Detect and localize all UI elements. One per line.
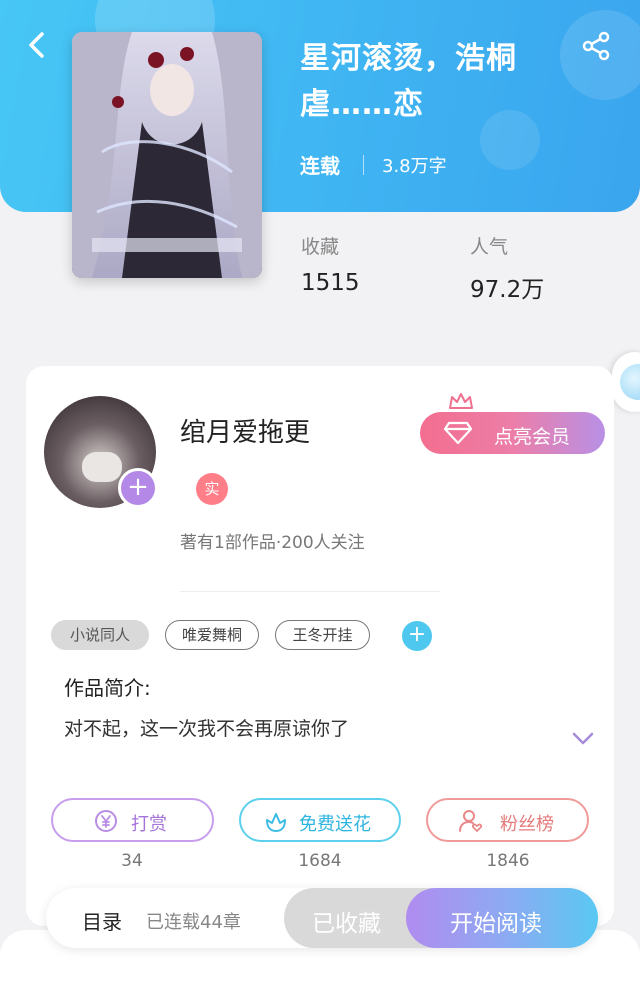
favorites-count: 1515 bbox=[301, 270, 360, 296]
activate-vip-button[interactable]: 点亮会员 bbox=[420, 412, 605, 454]
flower-icon bbox=[266, 813, 286, 832]
crown-icon bbox=[448, 392, 474, 412]
collected-label: 已收藏 bbox=[312, 911, 381, 937]
book-title: 星河滚烫，浩桐虐……恋 bbox=[300, 41, 517, 122]
divider bbox=[363, 155, 364, 175]
synopsis-text: 对不起，这一次我不会再原谅你了 bbox=[64, 718, 350, 740]
author-name[interactable]: 绾月爱拖更 bbox=[180, 412, 310, 449]
table-of-contents-button[interactable]: 目录 bbox=[82, 906, 122, 935]
tag-wangdong-kaigua[interactable]: 王冬开挂 bbox=[275, 620, 370, 650]
share-icon[interactable] bbox=[580, 30, 612, 62]
book-cover-image[interactable] bbox=[72, 32, 262, 278]
reward-count: 34 bbox=[121, 851, 143, 871]
fan-rank-icon bbox=[459, 810, 483, 832]
popularity-count: 97.2万 bbox=[470, 277, 545, 303]
chapter-count[interactable]: 已连载44章 bbox=[146, 908, 241, 934]
back-icon[interactable] bbox=[22, 30, 52, 60]
avatar-detail bbox=[82, 452, 122, 482]
start-reading-label: 开始阅读 bbox=[450, 911, 542, 937]
popularity-label: 人气 bbox=[470, 236, 509, 258]
start-reading-button[interactable]: 开始阅读 bbox=[406, 888, 598, 948]
tag-weiai-wutong[interactable]: 唯爱舞桐 bbox=[165, 620, 259, 650]
fans-count: 1846 bbox=[486, 851, 530, 871]
bubble-icon bbox=[620, 364, 640, 400]
vip-button-label: 点亮会员 bbox=[494, 426, 571, 448]
follow-author-button[interactable]: + bbox=[118, 468, 158, 508]
verified-badge: 实 bbox=[196, 473, 228, 505]
reward-button[interactable]: 打赏 bbox=[51, 798, 214, 842]
fan-rank-label: 粉丝榜 bbox=[500, 814, 554, 835]
send-flowers-button[interactable]: 免费送花 bbox=[239, 798, 401, 842]
reward-label: 打赏 bbox=[131, 814, 167, 835]
diamond-icon bbox=[444, 421, 472, 445]
tag-novel-fanfic[interactable]: 小说同人 bbox=[51, 620, 149, 650]
chevron-down-icon[interactable] bbox=[570, 728, 596, 748]
yuan-coin-icon bbox=[95, 810, 117, 832]
floating-side-button[interactable] bbox=[612, 352, 640, 412]
word-count: 3.8万字 bbox=[382, 156, 447, 177]
fan-rank-button[interactable]: 粉丝榜 bbox=[426, 798, 589, 842]
author-meta: 著有1部作品·200人关注 bbox=[180, 533, 365, 553]
add-tag-button[interactable]: + bbox=[402, 621, 432, 651]
flowers-count: 1684 bbox=[298, 851, 342, 871]
divider bbox=[180, 591, 440, 592]
serial-status: 连载 bbox=[300, 154, 340, 178]
favorites-label: 收藏 bbox=[301, 236, 340, 258]
send-flowers-label: 免费送花 bbox=[299, 814, 371, 835]
synopsis-title: 作品简介: bbox=[64, 676, 151, 700]
